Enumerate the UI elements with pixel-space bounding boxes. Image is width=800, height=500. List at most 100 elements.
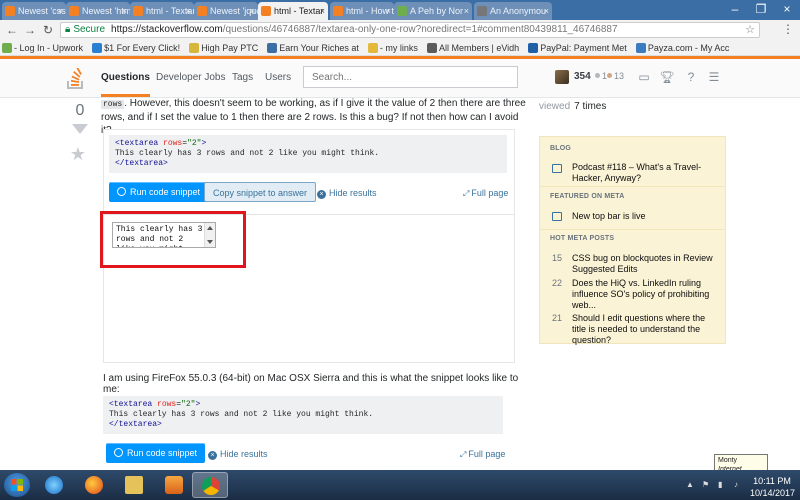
restore-window-icon[interactable]: ❐ xyxy=(748,0,774,20)
sidebar-divider xyxy=(540,186,725,187)
close-window-icon[interactable]: × xyxy=(774,0,800,20)
bookmark-item[interactable]: High Pay PTC xyxy=(187,40,262,55)
close-circle-icon: × xyxy=(208,451,217,460)
reputation-count: 354 xyxy=(574,71,591,82)
close-tab-icon[interactable]: × xyxy=(320,2,325,20)
achievements-trophy-icon[interactable]: 🏆︎ xyxy=(659,69,675,85)
blog-post-icon xyxy=(552,164,562,173)
close-tab-icon[interactable]: × xyxy=(122,2,127,20)
hot-meta-count: 15 xyxy=(551,253,562,263)
browser-tab[interactable]: html - Textar × xyxy=(130,2,194,20)
bookmark-item[interactable]: PayPal: Payment Met xyxy=(526,40,631,55)
close-tab-icon[interactable]: × xyxy=(186,2,191,20)
hot-meta-link[interactable]: CSS bug on blockquotes in Review Suggest… xyxy=(572,253,720,275)
downvote-arrow-icon[interactable] xyxy=(70,123,90,135)
close-tab-icon[interactable]: × xyxy=(386,2,391,20)
address-bar-input[interactable]: 🔒︎ Secure https://stackoverflow.com/questi… xyxy=(60,22,760,38)
network-icon[interactable]: ▮ xyxy=(718,480,727,489)
folder-icon xyxy=(125,476,143,494)
volume-icon[interactable]: ♪ xyxy=(734,480,743,489)
close-tab-icon[interactable]: × xyxy=(58,2,63,20)
stackoverflow-favicon-icon xyxy=(197,6,207,16)
chrome-icon xyxy=(202,477,220,495)
site-switcher-icon[interactable]: ☰ xyxy=(706,69,722,85)
hide-results-link[interactable]: × Hide results xyxy=(208,449,268,460)
bookmark-item[interactable]: Payza.com - My Acc xyxy=(634,40,734,55)
close-tab-icon[interactable]: × xyxy=(250,2,255,20)
run-code-snippet-button[interactable]: Run code snippet xyxy=(106,443,206,463)
viewed-stat: viewed 7 times xyxy=(539,101,607,112)
taskbar-file-explorer[interactable] xyxy=(116,472,152,498)
paypal-icon xyxy=(528,43,539,53)
bronze-badge-count: 13 xyxy=(607,71,624,81)
firefox-icon xyxy=(85,476,103,494)
browser-tab[interactable]: A Peh by Nor × xyxy=(394,2,472,20)
meta-post-icon xyxy=(552,212,562,221)
hide-results-link[interactable]: × Hide results xyxy=(317,188,377,199)
show-hidden-icons-icon[interactable]: ▲ xyxy=(686,480,695,489)
external-link-icon: ⤢ xyxy=(460,450,467,459)
full-page-link[interactable]: ⤢ Full page xyxy=(460,449,505,460)
copy-snippet-button[interactable]: Copy snippet to answer xyxy=(204,182,317,202)
full-page-link[interactable]: ⤢ Full page xyxy=(463,188,508,199)
internet-explorer-icon xyxy=(45,476,63,494)
blog-link[interactable]: Podcast #118 – What's a Travel-Hacker, A… xyxy=(572,162,720,184)
favorite-star-icon[interactable]: ★ xyxy=(69,145,87,163)
bookmark-favicon-icon xyxy=(92,43,103,53)
bookmark-item[interactable]: - Log In - Upwork xyxy=(0,40,87,55)
hot-meta-link[interactable]: Should I edit questions where the title … xyxy=(572,313,720,346)
taskbar-chrome[interactable] xyxy=(192,472,228,498)
nav-questions[interactable]: Questions xyxy=(101,72,150,97)
browser-tab[interactable]: Newest 'html' × xyxy=(66,2,130,20)
flag-icon[interactable]: ⚑ xyxy=(702,480,711,489)
payza-icon xyxy=(635,43,646,53)
close-tab-icon[interactable]: × xyxy=(544,2,549,20)
stackoverflow-logo-icon[interactable] xyxy=(66,68,86,90)
featured-meta-link[interactable]: New top bar is live xyxy=(572,211,720,222)
minimize-window-icon[interactable]: – xyxy=(722,0,748,20)
browser-tab[interactable]: Newest 'jquer× xyxy=(194,2,258,20)
forward-arrow-icon[interactable]: → xyxy=(22,22,38,38)
bookmark-item[interactable]: - my links xyxy=(366,40,422,55)
taskbar-media-player[interactable] xyxy=(156,472,192,498)
browser-tab[interactable]: Newest 'css' × xyxy=(2,2,66,20)
browser-tab-strip: Newest 'css' × Newest 'html' × html - Text… xyxy=(0,0,800,20)
close-tab-icon[interactable]: × xyxy=(464,2,469,20)
reload-icon[interactable]: ↻ xyxy=(40,22,56,38)
bookmarks-bar: - Log In - Upwork $1 For Every Click! Hi… xyxy=(0,40,800,56)
page-favicon-icon xyxy=(397,6,407,16)
bookmark-favicon-icon xyxy=(189,43,200,53)
taskbar-firefox[interactable] xyxy=(76,472,112,498)
help-icon[interactable]: ? xyxy=(683,69,699,85)
site-search-input[interactable] xyxy=(303,66,518,88)
silver-badge-count: 1 xyxy=(595,71,607,81)
folder-icon xyxy=(367,43,378,53)
back-arrow-icon[interactable]: ← xyxy=(4,22,20,38)
nav-users[interactable]: Users xyxy=(265,72,291,83)
clock-time[interactable]: 10:11 PM xyxy=(752,476,792,486)
bookmark-item[interactable]: All Members | eVidh xyxy=(425,40,523,55)
external-link-icon: ⤢ xyxy=(463,189,470,198)
code-block: <textarea rows="2"> This clearly has 3 r… xyxy=(103,396,503,434)
nav-tags[interactable]: Tags xyxy=(232,72,253,83)
clock-date[interactable]: 10/14/2017 xyxy=(750,488,795,498)
stackoverflow-favicon-icon xyxy=(261,6,271,16)
browser-menu-icon[interactable]: ⋮ xyxy=(782,22,794,36)
bookmark-item[interactable]: Earn Your Riches at xyxy=(265,40,363,55)
media-player-icon xyxy=(165,476,183,494)
bookmark-item[interactable]: $1 For Every Click! xyxy=(90,40,184,55)
hot-meta-link[interactable]: Does the HiQ vs. LinkedIn ruling influen… xyxy=(572,278,720,311)
browser-tab[interactable]: An Anonymou × xyxy=(474,2,552,20)
browser-tab-active[interactable]: html - Textar × xyxy=(258,2,328,20)
user-avatar[interactable] xyxy=(555,70,569,84)
start-button[interactable] xyxy=(4,473,30,497)
inbox-icon[interactable]: ▭ xyxy=(636,69,652,85)
bookmark-star-icon[interactable]: ☆ xyxy=(745,23,755,37)
browser-tab[interactable]: html - How t × xyxy=(330,2,394,20)
silver-badge-icon xyxy=(595,73,600,78)
nav-developer-jobs[interactable]: Developer Jobs xyxy=(156,72,225,83)
stackoverflow-favicon-icon xyxy=(133,6,143,16)
run-code-snippet-button[interactable]: Run code snippet xyxy=(109,182,209,202)
taskbar-internet-explorer[interactable] xyxy=(36,472,72,498)
page-favicon-icon xyxy=(477,6,487,16)
